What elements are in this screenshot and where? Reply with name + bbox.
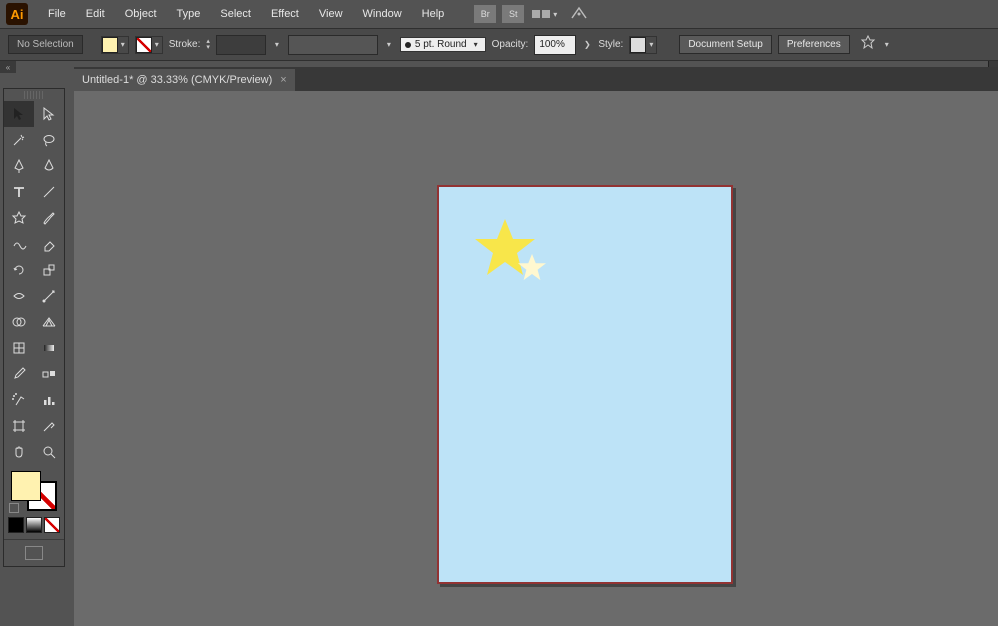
screen-mode-icon <box>25 546 43 560</box>
selection-tool[interactable] <box>4 101 34 127</box>
star-shape-small[interactable] <box>517 253 547 281</box>
style-label[interactable]: Style: <box>598 39 623 50</box>
menu-effect[interactable]: Effect <box>261 3 309 25</box>
chevron-down-icon: ▾ <box>471 40 481 49</box>
stroke-label[interactable]: Stroke: <box>169 39 201 50</box>
variable-width-profile[interactable] <box>288 35 378 55</box>
color-mode-none[interactable] <box>44 517 60 533</box>
magic-wand-tool[interactable] <box>4 127 34 153</box>
chevron-down-icon[interactable]: ▾ <box>882 40 892 49</box>
swap-fill-stroke-icon[interactable] <box>9 503 19 513</box>
stroke-weight-input[interactable] <box>216 35 266 55</box>
eyedropper-tool[interactable] <box>4 361 34 387</box>
brush-label: 5 pt. Round <box>415 39 467 50</box>
chevron-down-icon: ▾ <box>118 40 128 49</box>
rotate-tool[interactable] <box>4 257 34 283</box>
lasso-tool[interactable] <box>34 127 64 153</box>
bridge-icon[interactable]: Br <box>474 5 496 23</box>
stroke-weight-stepper[interactable]: ▴▾ <box>206 39 210 51</box>
slice-tool[interactable] <box>34 413 64 439</box>
menu-edit[interactable]: Edit <box>76 3 115 25</box>
fill-swatch <box>102 37 118 53</box>
chevron-down-icon: ▾ <box>152 40 162 49</box>
blend-tool[interactable] <box>34 361 64 387</box>
type-tool[interactable] <box>4 179 34 205</box>
paintbrush-tool[interactable] <box>34 205 64 231</box>
selection-status: No Selection <box>8 35 83 54</box>
menu-object[interactable]: Object <box>115 3 167 25</box>
style-swatch <box>630 37 646 53</box>
menu-select[interactable]: Select <box>210 3 261 25</box>
brush-dot-icon <box>405 42 411 48</box>
arrange-documents-icon[interactable] <box>532 10 550 18</box>
fill-stroke-control[interactable] <box>9 469 59 513</box>
column-graph-tool[interactable] <box>34 387 64 413</box>
graphic-style-dropdown[interactable]: ▾ <box>629 36 657 54</box>
color-mode-gradient[interactable] <box>26 517 42 533</box>
symbol-sprayer-tool[interactable] <box>4 387 34 413</box>
fill-color-box[interactable] <box>11 471 41 501</box>
mesh-tool[interactable] <box>4 335 34 361</box>
perspective-grid-tool[interactable] <box>34 309 64 335</box>
panel-grip[interactable] <box>24 91 44 99</box>
tools-panel <box>3 88 65 567</box>
hand-tool[interactable] <box>4 439 34 465</box>
menu-help[interactable]: Help <box>412 3 455 25</box>
gpu-preview-icon[interactable] <box>570 6 588 23</box>
stroke-swatch <box>136 37 152 53</box>
control-bar: No Selection ▾ ▾ Stroke: ▴▾ ▾ ▾ 5 pt. Ro… <box>0 28 998 61</box>
line-tool[interactable] <box>34 179 64 205</box>
document-setup-button[interactable]: Document Setup <box>679 35 772 54</box>
opacity-input[interactable] <box>534 35 576 55</box>
shape-builder-tool[interactable] <box>4 309 34 335</box>
color-mode-row <box>4 515 64 540</box>
artboard-tool[interactable] <box>4 413 34 439</box>
shaper-tool[interactable] <box>4 231 34 257</box>
align-to-icon[interactable] <box>860 35 876 54</box>
tools-collapse-icon[interactable]: « <box>0 61 16 73</box>
brush-definition-dropdown[interactable]: 5 pt. Round ▾ <box>400 37 486 52</box>
screen-mode-control[interactable] <box>4 540 64 566</box>
free-transform-tool[interactable] <box>34 283 64 309</box>
menu-window[interactable]: Window <box>353 3 412 25</box>
zoom-tool[interactable] <box>34 439 64 465</box>
menu-bar: Ai File Edit Object Type Select Effect V… <box>0 0 998 28</box>
curvature-tool[interactable] <box>34 153 64 179</box>
arrange-dropdown-icon[interactable]: ▾ <box>550 10 560 19</box>
direct-selection-tool[interactable] <box>34 101 64 127</box>
artboard[interactable] <box>437 185 733 584</box>
stroke-swatch-dropdown[interactable]: ▾ <box>135 36 163 54</box>
stock-icon[interactable]: St <box>502 5 524 23</box>
menu-file[interactable]: File <box>38 3 76 25</box>
color-mode-solid[interactable] <box>8 517 24 533</box>
scale-tool[interactable] <box>34 257 64 283</box>
document-tab[interactable]: Untitled-1* @ 33.33% (CMYK/Preview) × <box>74 69 295 91</box>
close-icon[interactable]: × <box>280 74 286 86</box>
opacity-dropdown-icon[interactable]: ❯ <box>582 40 592 49</box>
width-tool[interactable] <box>4 283 34 309</box>
menu-view[interactable]: View <box>309 3 353 25</box>
eraser-tool[interactable] <box>34 231 64 257</box>
app-logo: Ai <box>6 3 28 25</box>
document-tab-title: Untitled-1* @ 33.33% (CMYK/Preview) <box>82 74 272 86</box>
menu-type[interactable]: Type <box>167 3 211 25</box>
preferences-button[interactable]: Preferences <box>778 35 850 54</box>
chevron-down-icon: ▾ <box>646 40 656 49</box>
chevron-down-icon[interactable]: ▾ <box>384 40 394 49</box>
fill-swatch-dropdown[interactable]: ▾ <box>101 36 129 54</box>
pen-tool[interactable] <box>4 153 34 179</box>
canvas-area[interactable] <box>74 91 998 626</box>
stroke-weight-dropdown-icon[interactable]: ▾ <box>272 40 282 49</box>
shape-tool[interactable] <box>4 205 34 231</box>
gradient-tool[interactable] <box>34 335 64 361</box>
opacity-label[interactable]: Opacity: <box>492 39 529 50</box>
document-tab-bar: Untitled-1* @ 33.33% (CMYK/Preview) × <box>74 67 998 91</box>
